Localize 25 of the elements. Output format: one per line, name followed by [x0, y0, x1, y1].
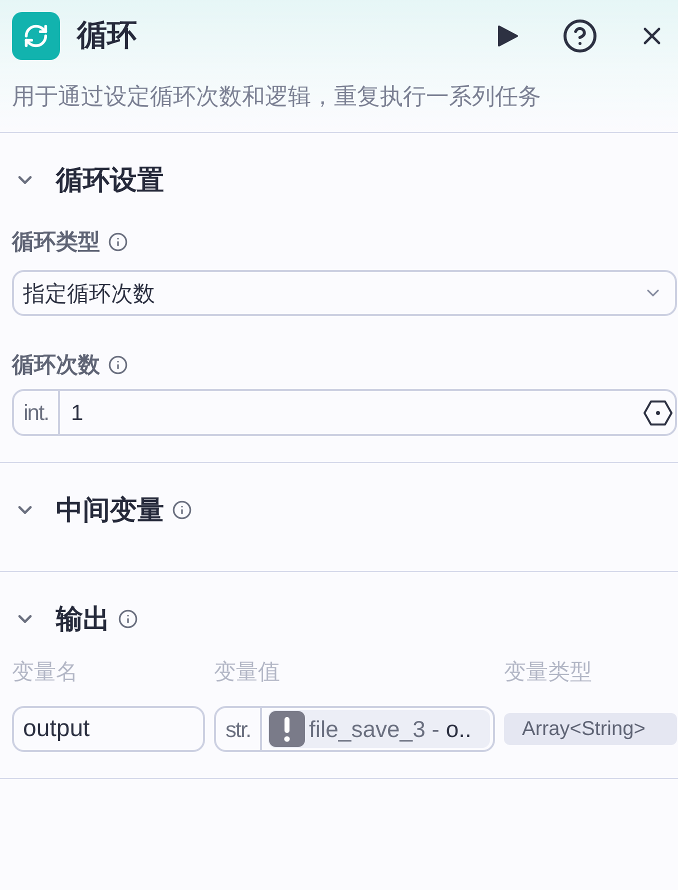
field-label: 循环次数 [12, 353, 100, 377]
panel-description: 用于通过设定循环次数和逻辑，重复执行一系列任务 [12, 84, 542, 108]
info-icon[interactable] [118, 609, 138, 629]
help-icon[interactable] [562, 18, 598, 54]
loop-icon [12, 12, 60, 60]
variable-type-tag: Array<String> [504, 713, 677, 745]
count-input[interactable]: int. 1 [12, 389, 677, 436]
info-icon[interactable] [172, 500, 192, 520]
info-icon[interactable] [108, 232, 128, 252]
info-icon[interactable] [108, 355, 128, 375]
column-header: 变量值 [214, 660, 281, 684]
variable-name-input[interactable]: output [12, 706, 205, 752]
section-title: 输出 [56, 603, 110, 635]
variable-value-input[interactable]: str. file_save_3 - o.. [214, 706, 495, 752]
field-label: 循环类型 [12, 230, 100, 254]
play-icon[interactable] [497, 24, 519, 48]
variable-reference-chip[interactable]: file_save_3 - o.. [268, 710, 490, 748]
column-header: 变量类型 [504, 660, 593, 684]
panel-title: 循环 [77, 18, 137, 54]
section-title: 中间变量 [56, 494, 164, 526]
column-header: 变量名 [12, 660, 79, 684]
section-title: 循环设置 [56, 164, 164, 196]
type-prefix: int. [14, 391, 60, 434]
type-prefix: str. [216, 708, 262, 750]
loop-type-select[interactable]: 指定循环次数 [12, 270, 677, 316]
